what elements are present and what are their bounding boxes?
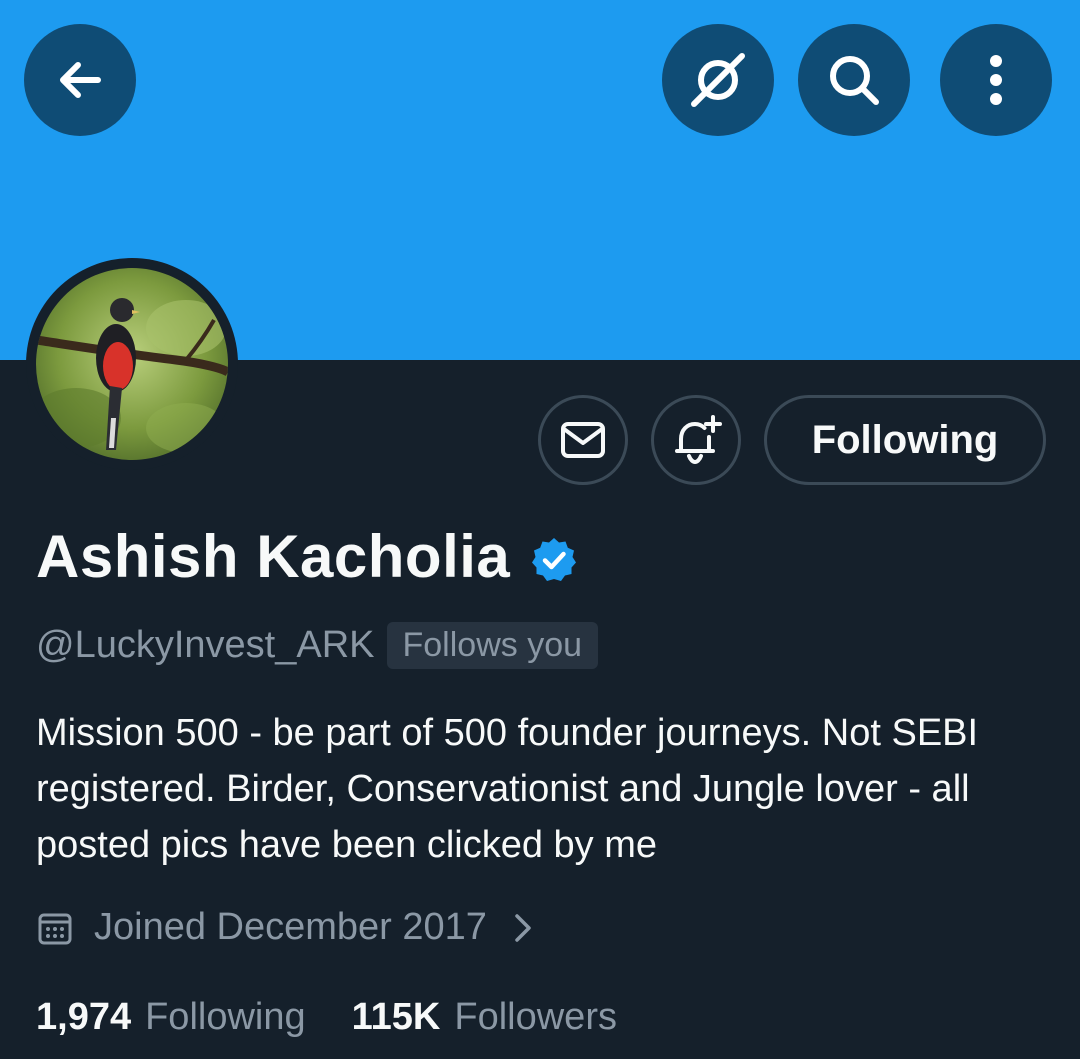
message-button[interactable] (538, 395, 628, 485)
more-vertical-icon (990, 55, 1002, 105)
handle-row: @LuckyInvest_ARK Follows you (36, 622, 599, 669)
follow-stats: 1,974 Following 115K Followers (36, 996, 617, 1039)
followers-stat[interactable]: 115K Followers (352, 996, 617, 1039)
follows-you-badge: Follows you (386, 622, 599, 669)
chevron-right-icon (515, 913, 531, 942)
following-button[interactable]: Following (764, 395, 1046, 485)
back-button[interactable] (24, 24, 136, 136)
profile-handle: @LuckyInvest_ARK (36, 624, 375, 666)
grok-button[interactable] (662, 24, 774, 136)
envelope-icon (561, 422, 605, 458)
more-button[interactable] (940, 24, 1052, 136)
avatar[interactable] (26, 258, 238, 470)
notifications-button[interactable] (651, 395, 741, 485)
verified-badge-icon[interactable] (530, 536, 578, 584)
following-count: 1,974 (36, 996, 132, 1038)
bell-plus-icon (675, 415, 722, 465)
slash-circle-icon (691, 53, 745, 107)
followers-label: Followers (454, 996, 617, 1038)
profile-name-row: Ashish Kacholia (36, 522, 578, 591)
search-icon (830, 56, 879, 105)
calendar-icon (38, 913, 72, 944)
arrow-left-icon (60, 62, 101, 98)
joined-date: Joined December 2017 (94, 906, 487, 948)
following-stat[interactable]: 1,974 Following (36, 996, 306, 1039)
profile-name: Ashish Kacholia (36, 523, 511, 590)
avatar-image (36, 268, 228, 460)
profile-bio: Mission 500 - be part of 500 founder jou… (36, 712, 979, 866)
followers-count: 115K (351, 996, 441, 1038)
joined-date-row[interactable]: Joined December 2017 (36, 906, 535, 949)
following-label: Following (145, 996, 306, 1038)
search-button[interactable] (798, 24, 910, 136)
